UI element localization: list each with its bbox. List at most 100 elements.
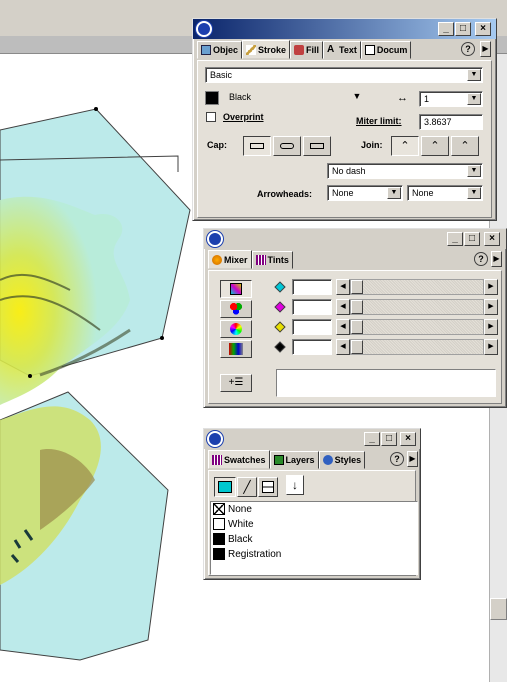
- hls-mode-button[interactable]: [220, 320, 252, 338]
- stroke-mode-button[interactable]: ╱: [237, 477, 257, 497]
- minimize-button[interactable]: _: [447, 232, 463, 246]
- stroke-panel-titlebar[interactable]: _ □ ×: [193, 19, 496, 39]
- tab-swatches[interactable]: Swatches: [208, 450, 270, 469]
- system-picker-icon: [229, 343, 243, 355]
- help-button[interactable]: ?: [461, 42, 475, 56]
- swatch-name: Registration: [228, 549, 282, 560]
- arrowhead-end-select[interactable]: None ▼: [407, 185, 483, 201]
- close-button[interactable]: ×: [484, 232, 500, 246]
- maximize-button[interactable]: □: [381, 432, 397, 446]
- butt-cap-icon: [250, 143, 264, 149]
- swatch-list-item[interactable]: White: [213, 517, 254, 532]
- swatches-panel-titlebar[interactable]: _ □ ×: [204, 429, 420, 449]
- overprint-checkbox[interactable]: [206, 112, 216, 122]
- panel-menu-arrow[interactable]: ▶: [407, 451, 418, 467]
- bevel-join-button[interactable]: ⌃: [451, 136, 479, 156]
- help-button[interactable]: ?: [390, 452, 404, 466]
- tab-styles[interactable]: Styles: [318, 451, 366, 469]
- slider-left-arrow[interactable]: ◀: [336, 319, 350, 335]
- stroke-width-value: 1: [424, 94, 430, 104]
- dash-select[interactable]: No dash ▼: [327, 163, 483, 179]
- maximize-button[interactable]: □: [464, 232, 480, 246]
- color-preview-well[interactable]: [276, 369, 496, 397]
- channel-value-input[interactable]: [292, 279, 332, 295]
- none-swatch-icon: [213, 503, 225, 516]
- both-mode-button[interactable]: [258, 477, 278, 497]
- arrowhead-start-select[interactable]: None ▼: [327, 185, 403, 201]
- slider-left-arrow[interactable]: ◀: [336, 339, 350, 355]
- panel-menu-arrow[interactable]: ▶: [480, 41, 491, 57]
- channel-value-input[interactable]: [292, 339, 332, 355]
- layers-icon: [273, 455, 284, 465]
- miter-join-button[interactable]: ⌃: [391, 136, 419, 156]
- maximize-button[interactable]: □: [455, 22, 471, 36]
- swatch-list[interactable]: None White Black Registration: [210, 501, 418, 575]
- tab-stroke[interactable]: Stroke: [242, 40, 291, 59]
- tab-layers[interactable]: Layers: [269, 451, 319, 469]
- system-color-button[interactable]: [220, 340, 252, 358]
- tab-label: Objec: [213, 45, 239, 55]
- channel-value-input[interactable]: [292, 299, 332, 315]
- channel-slider-track[interactable]: [350, 339, 484, 355]
- swatches-panel-tabs: Swatches Layers Styles: [208, 450, 366, 469]
- help-button[interactable]: ?: [474, 252, 488, 266]
- tab-label: Docum: [376, 45, 408, 55]
- chevron-down-icon: ▼: [467, 93, 481, 105]
- add-swatch-icon: +☰: [228, 377, 244, 388]
- swap-button[interactable]: ↓: [286, 475, 304, 495]
- minimize-button[interactable]: _: [438, 22, 454, 36]
- fill-icon: [218, 481, 232, 493]
- slider-left-arrow[interactable]: ◀: [336, 299, 350, 315]
- stroke-color-swatch[interactable]: [205, 91, 219, 105]
- pen-icon: [246, 44, 257, 55]
- close-button[interactable]: ×: [475, 22, 491, 36]
- tab-fill[interactable]: Fill: [290, 41, 324, 59]
- cap-label: Cap:: [207, 140, 227, 150]
- swatch-list-item[interactable]: Black: [213, 532, 252, 547]
- channel-slider-track[interactable]: [350, 299, 484, 315]
- butt-cap-button[interactable]: [243, 136, 271, 156]
- channel-slider-thumb[interactable]: [351, 340, 363, 354]
- slider-right-arrow[interactable]: ▶: [484, 319, 498, 335]
- round-cap-button[interactable]: [273, 136, 301, 156]
- stroke-type-select[interactable]: Basic ▼: [205, 67, 483, 83]
- slider-left-arrow[interactable]: ◀: [336, 279, 350, 295]
- swatch-list-item[interactable]: Registration: [213, 547, 281, 562]
- panel-menu-arrow[interactable]: ▶: [491, 251, 502, 267]
- slider-right-arrow[interactable]: ▶: [484, 279, 498, 295]
- square-cap-button[interactable]: [303, 136, 331, 156]
- swatch-name: Black: [228, 534, 253, 545]
- chevron-down-icon: ▼: [467, 187, 481, 199]
- tab-document[interactable]: Docum: [360, 41, 412, 59]
- stroke-width-select[interactable]: 1 ▼: [419, 91, 483, 107]
- channel-value-input[interactable]: [292, 319, 332, 335]
- fill-mode-button[interactable]: [214, 477, 236, 497]
- channel-slider-thumb[interactable]: [351, 300, 363, 314]
- cmyk-mode-button[interactable]: [220, 280, 252, 298]
- slider-right-arrow[interactable]: ▶: [484, 299, 498, 315]
- app-logo-icon: [196, 21, 212, 37]
- stroke-color-value: Black: [229, 92, 252, 102]
- tab-text[interactable]: A Text: [323, 41, 361, 59]
- minimize-button[interactable]: _: [364, 432, 380, 446]
- swatch-list-item[interactable]: None: [213, 502, 252, 517]
- add-to-swatches-button[interactable]: +☰: [220, 374, 252, 392]
- app-logo-icon: [207, 231, 223, 247]
- tab-tints[interactable]: Tints: [251, 251, 293, 269]
- join-label: Join:: [361, 140, 383, 150]
- tab-object[interactable]: Objec: [197, 41, 243, 59]
- channel-slider-track[interactable]: [350, 279, 484, 295]
- bevel-join-icon: ⌃: [460, 140, 470, 152]
- rgb-mode-button[interactable]: [220, 300, 252, 318]
- round-join-button[interactable]: ⌃: [421, 136, 449, 156]
- close-button[interactable]: ×: [400, 432, 416, 446]
- channel-slider-thumb[interactable]: [351, 320, 363, 334]
- stroke-color-select[interactable]: Black ▼: [225, 90, 365, 106]
- slider-right-arrow[interactable]: ▶: [484, 339, 498, 355]
- channel-slider-thumb[interactable]: [351, 280, 363, 294]
- channel-slider-track[interactable]: [350, 319, 484, 335]
- tab-mixer[interactable]: Mixer: [208, 250, 252, 269]
- vertical-scroll-thumb[interactable]: [490, 598, 507, 620]
- miter-limit-input[interactable]: 3.8637: [419, 114, 483, 130]
- mixer-panel-titlebar[interactable]: _ □ ×: [204, 229, 506, 249]
